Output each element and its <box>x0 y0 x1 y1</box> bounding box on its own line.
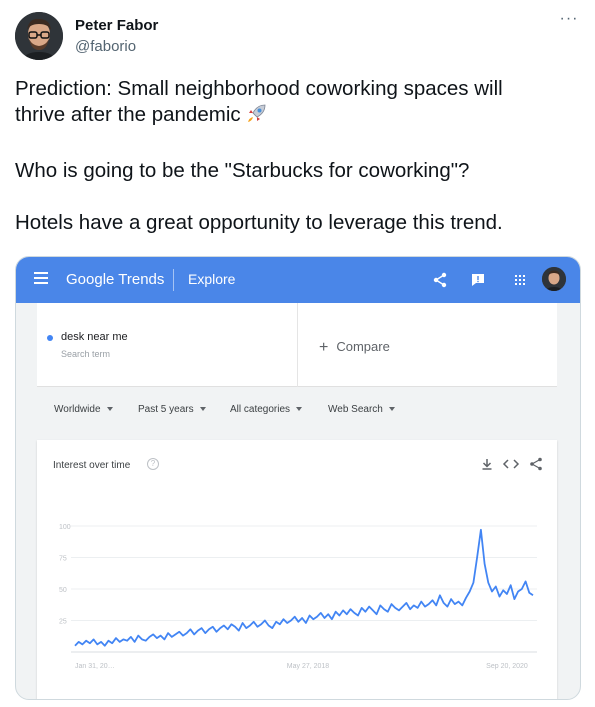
feedback-icon[interactable] <box>468 270 488 290</box>
author-handle[interactable]: @faborio <box>75 38 136 55</box>
interest-over-time-card: Interest over time ? 100 75 50 25 Jan 31, 20… <box>37 440 557 700</box>
region-filter[interactable]: Worldwide <box>54 404 113 415</box>
compare-button[interactable]: + Compare <box>319 339 390 357</box>
y-tick-label: 100 <box>59 524 71 531</box>
logo-google: Google <box>66 271 115 288</box>
explore-link[interactable]: Explore <box>188 271 235 287</box>
share-icon[interactable] <box>430 270 450 290</box>
filter-bar: Worldwide Past 5 years All categories We… <box>16 387 580 433</box>
y-tick-label: 75 <box>59 556 67 563</box>
attached-image[interactable]: Google Trends Explore desk near me Searc… <box>15 256 581 700</box>
tweet-line-with-emoji: thrive after the pandemic <box>15 102 575 132</box>
tweet-line: thrive after the pandemic <box>15 103 241 126</box>
compare-label: Compare <box>336 339 390 354</box>
trends-logo: Google Trends <box>66 271 164 288</box>
tweet-header: Peter Fabor @faborio ··· <box>15 11 580 62</box>
app-bar-divider <box>173 269 174 291</box>
search-term[interactable]: desk near me <box>61 331 128 343</box>
search-term-card: desk near me Search term + Compare <box>37 303 557 387</box>
chevron-down-icon <box>388 407 395 411</box>
chevron-down-icon <box>106 407 113 411</box>
chart-toolbar <box>477 456 547 472</box>
trend-line-chart[interactable]: 100 75 50 25 Jan 31, 20… May 27, 2018 Sep 20, … <box>37 480 557 700</box>
author-name[interactable]: Peter Fabor <box>75 17 158 34</box>
category-filter[interactable]: All categories <box>230 404 303 415</box>
y-tick-label: 25 <box>59 619 67 626</box>
time-range-filter-label: Past 5 years <box>138 404 194 415</box>
tweet-line: Hotels have a great opportunity to lever… <box>15 211 503 234</box>
plus-icon: + <box>319 339 329 356</box>
chevron-down-icon <box>199 407 206 411</box>
share-icon[interactable] <box>530 457 542 471</box>
region-filter-label: Worldwide <box>54 404 101 415</box>
embed-icon[interactable] <box>502 459 520 469</box>
trends-app-bar: Google Trends Explore <box>16 257 580 303</box>
series-color-dot <box>47 335 53 341</box>
time-range-filter[interactable]: Past 5 years <box>138 404 206 415</box>
tweet-line: Who is going to be the "Starbucks for co… <box>15 159 470 182</box>
chart-title: Interest over time <box>53 460 131 471</box>
search-type-filter-label: Web Search <box>328 404 383 415</box>
help-icon[interactable]: ? <box>147 458 159 470</box>
x-tick-label: Sep 20, 2020 <box>486 663 528 670</box>
chevron-down-icon <box>296 407 303 411</box>
series-line[interactable] <box>74 528 534 647</box>
rocket-icon <box>245 103 267 132</box>
search-type-filter[interactable]: Web Search <box>328 404 395 415</box>
category-filter-label: All categories <box>230 404 291 415</box>
logo-trends: Trends <box>114 271 165 288</box>
y-tick-label: 50 <box>59 587 67 594</box>
menu-icon[interactable] <box>34 272 48 288</box>
download-icon[interactable] <box>482 459 492 470</box>
apps-grid-icon[interactable] <box>510 270 530 290</box>
x-tick-label: Jan 31, 20… <box>75 663 115 670</box>
tweet-text: Prediction: Small neighborhood coworking… <box>15 76 575 236</box>
x-tick-label: May 27, 2018 <box>287 663 330 670</box>
more-options-button[interactable]: ··· <box>558 11 580 32</box>
tweet-line: Prediction: Small neighborhood coworking… <box>15 77 503 100</box>
search-term-panel[interactable]: desk near me Search term <box>37 303 298 387</box>
account-avatar[interactable] <box>542 267 566 291</box>
author-avatar[interactable] <box>15 12 63 60</box>
search-term-type: Search term <box>61 349 111 359</box>
